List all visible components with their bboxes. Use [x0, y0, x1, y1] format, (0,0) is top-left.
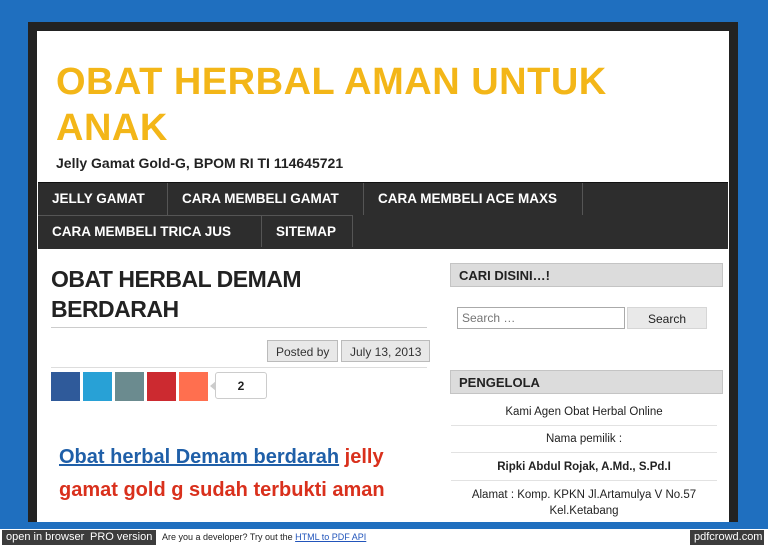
owner-divider [451, 480, 717, 481]
nav-item-jelly-gamat[interactable]: JELLY GAMAT [38, 183, 168, 215]
nav-item-cara-membeli-trica-jus[interactable]: CARA MEMBELI TRICA JUS [38, 215, 262, 247]
post-body-highlight-1: jelly [344, 446, 384, 468]
owner-line-name-label: Nama pemilik : [545, 433, 623, 445]
nav-item-cara-membeli-ace-maxs[interactable]: CARA MEMBELI ACE MAXS [364, 183, 583, 215]
post-body-highlight-2: gamat gold g sudah terbukti aman [59, 479, 385, 501]
owner-line-address: Alamat : Komp. KPKN Jl.Artamulya V No.57 [471, 489, 697, 501]
share-divider [51, 367, 427, 368]
post-title[interactable]: OBAT HERBAL DEMAM BERDARAH [51, 264, 411, 324]
site-tagline: Jelly Gamat Gold-G, BPOM RI TI 114645721 [56, 155, 344, 171]
nav-item-cara-membeli-gamat[interactable]: CARA MEMBELI GAMAT [168, 183, 364, 215]
open-in-browser-link[interactable]: open in browser [2, 530, 89, 545]
posted-by-label: Posted by [267, 340, 339, 362]
title-divider [51, 327, 427, 328]
owner-line-agent: Kami Agen Obat Herbal Online [505, 406, 663, 418]
share-more-button[interactable] [179, 372, 208, 401]
site-title[interactable]: OBAT HERBAL AMAN UNTUK ANAK [56, 59, 676, 151]
nav-item-sitemap[interactable]: SITEMAP [262, 215, 353, 247]
share-pinterest-button[interactable] [147, 372, 176, 401]
pdfcrowd-brand-link[interactable]: pdfcrowd.com [690, 530, 764, 545]
owner-divider [451, 425, 717, 426]
owner-line-district: Kel.Ketabang [549, 505, 619, 517]
owner-line-name: Ripki Abdul Rojak, A.Md., S.Pd.I [497, 461, 671, 473]
main-navigation: JELLY GAMAT CARA MEMBELI GAMAT CARA MEMB… [38, 182, 728, 249]
developer-promo: Are you a developer? Try out the HTML to… [162, 530, 366, 545]
search-button[interactable]: Search [627, 307, 707, 329]
share-email-button[interactable] [115, 372, 144, 401]
post-body-link[interactable]: Obat herbal Demam berdarah [59, 446, 339, 468]
post-body-text: Obat herbal Demam berdarah jelly gamat g… [59, 441, 429, 507]
share-facebook-button[interactable] [51, 372, 80, 401]
owner-divider [451, 452, 717, 453]
search-widget-heading: CARI DISINI…! [450, 263, 723, 287]
post-date[interactable]: July 13, 2013 [341, 340, 431, 362]
share-twitter-button[interactable] [83, 372, 112, 401]
developer-promo-text: Are you a developer? Try out the [162, 532, 293, 542]
share-count-badge: 2 [210, 372, 267, 399]
owner-widget-heading: PENGELOLA [450, 370, 723, 394]
search-input[interactable] [457, 307, 625, 329]
page-content: OBAT HERBAL AMAN UNTUK ANAK Jelly Gamat … [37, 31, 729, 522]
html-to-pdf-api-link[interactable]: HTML to PDF API [295, 532, 366, 542]
pro-version-link[interactable]: PRO version [86, 530, 157, 545]
